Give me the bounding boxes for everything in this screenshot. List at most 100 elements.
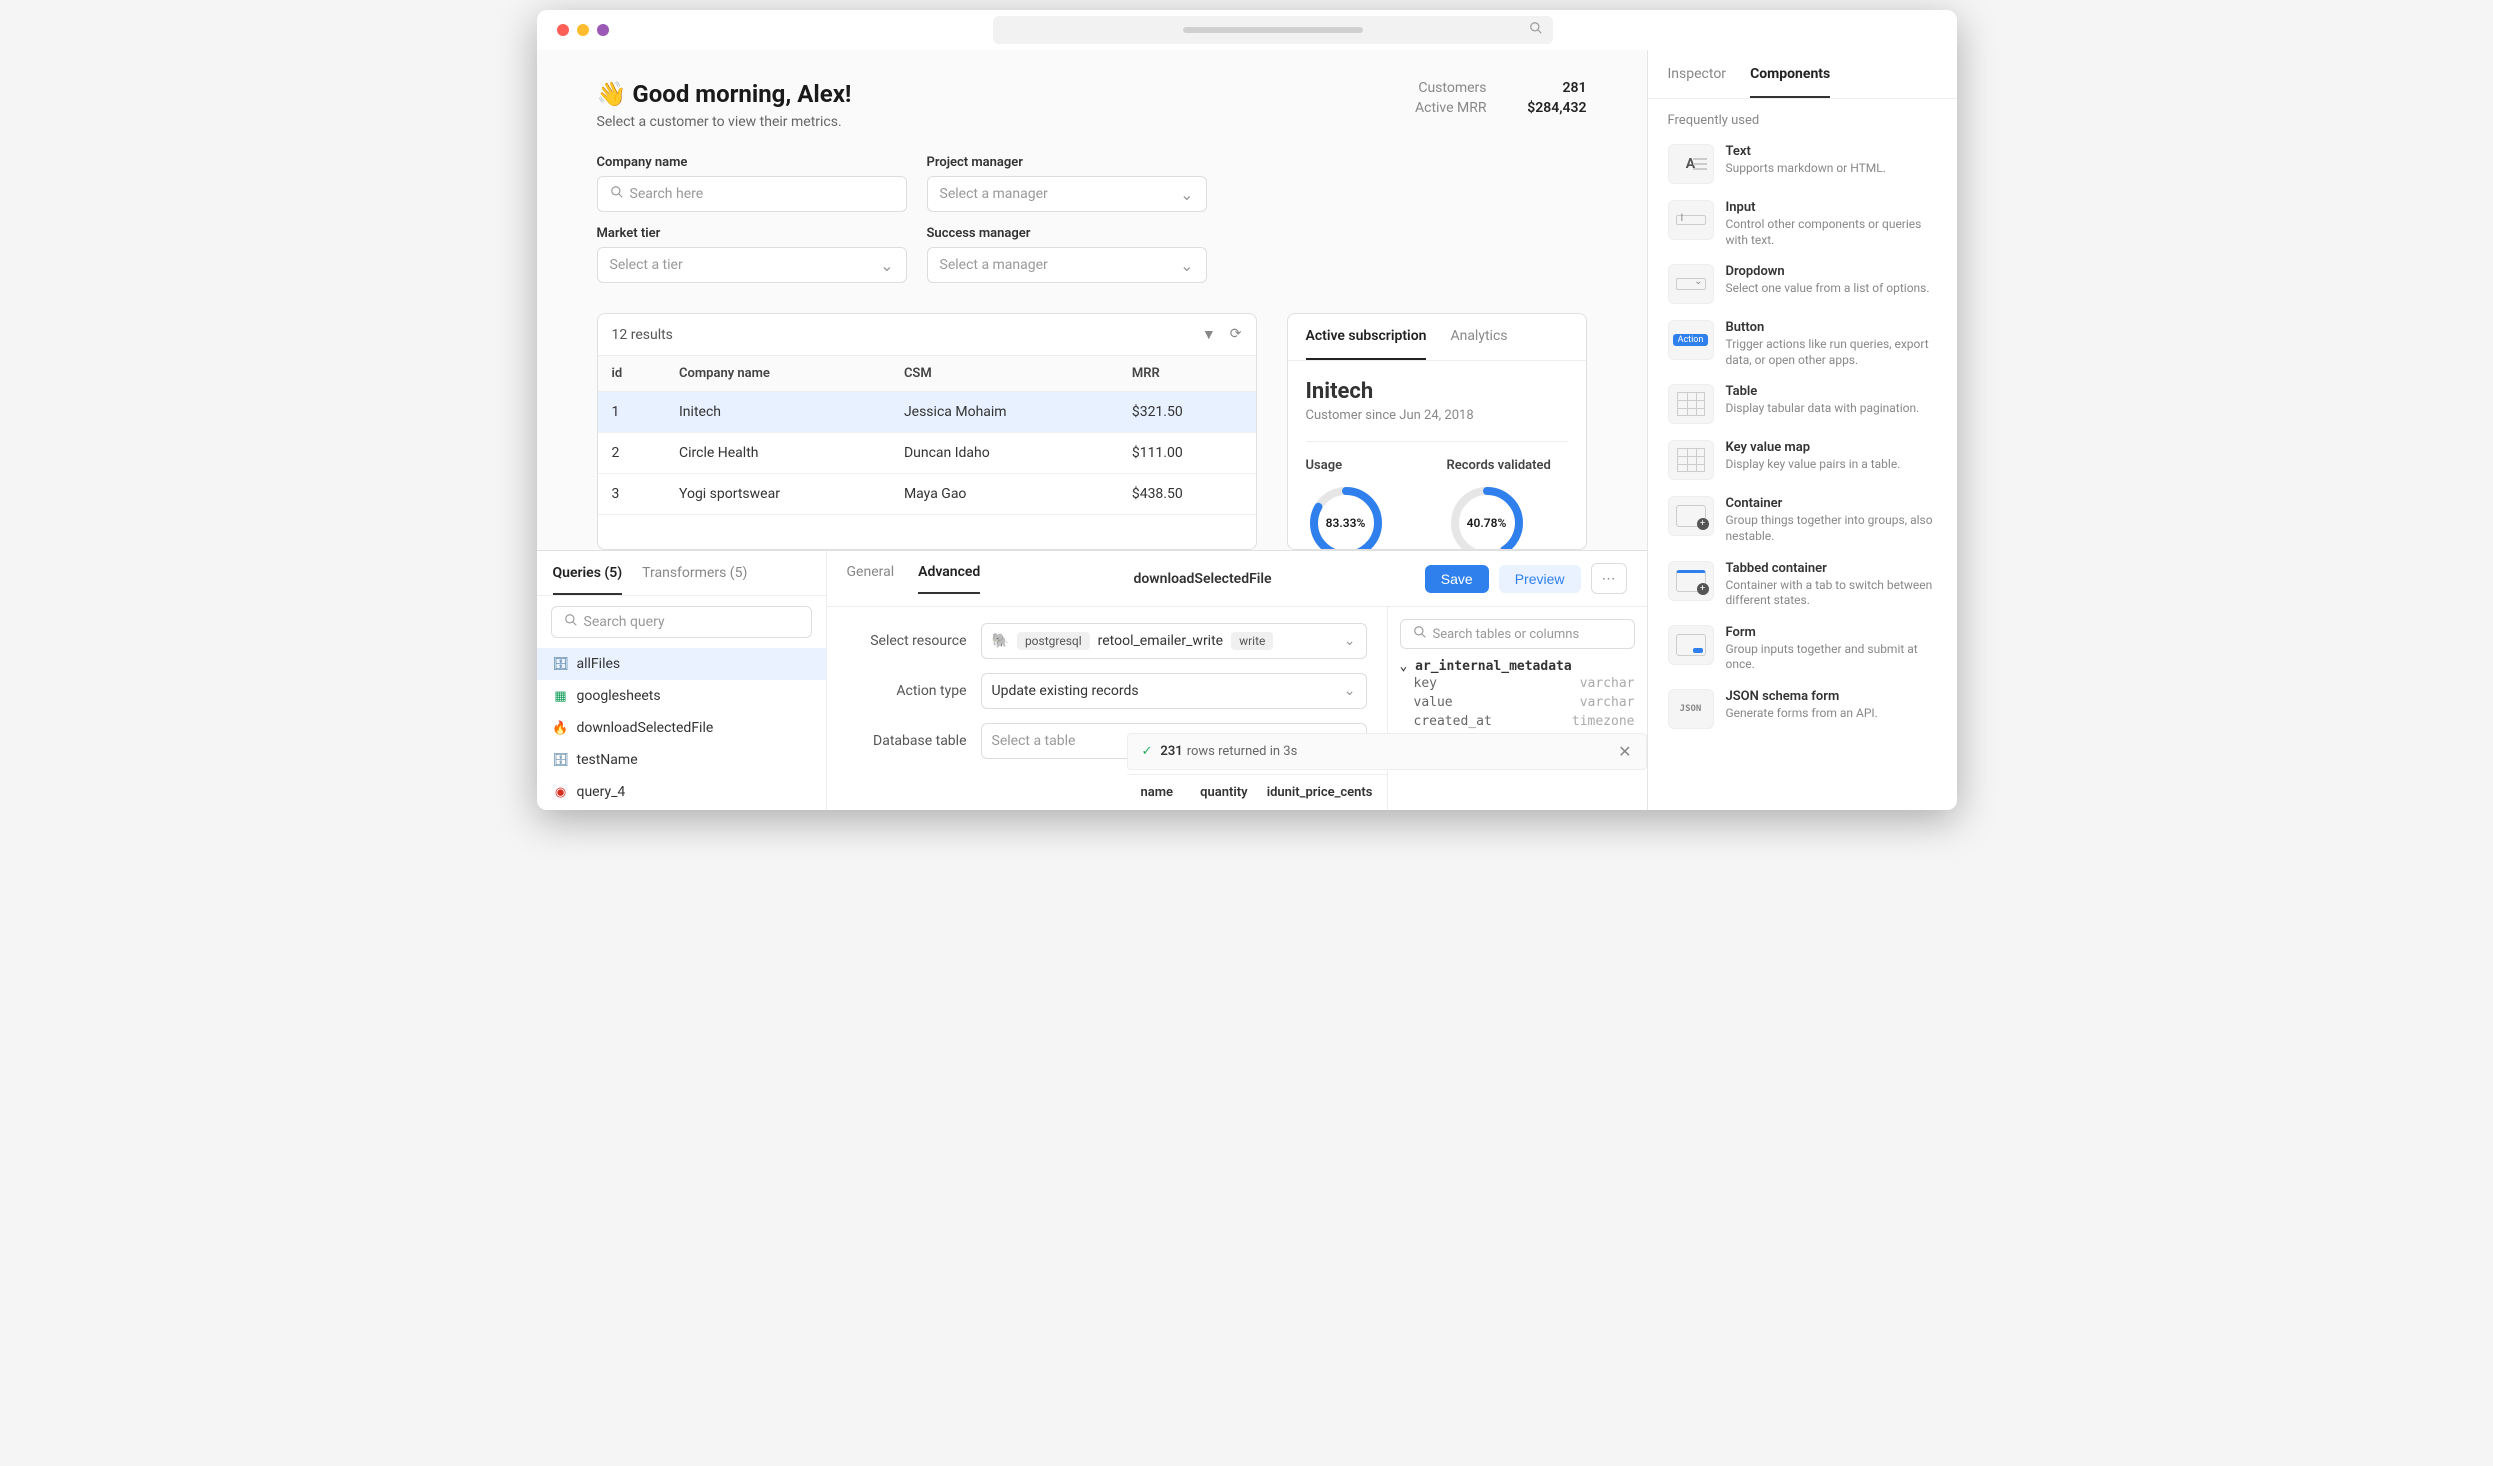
- usage-gauge: 83.33%: [1306, 483, 1386, 550]
- market-tier-label: Market tier: [597, 226, 907, 241]
- result-headers: name quantity id unit_price_cents: [1127, 774, 1387, 810]
- metric-mrr-value: $284,432: [1507, 100, 1587, 116]
- form-icon: [1668, 625, 1714, 665]
- tab-analytics[interactable]: Analytics: [1450, 328, 1507, 360]
- action-type-label: Action type: [847, 683, 967, 699]
- dropdown-icon: [1668, 264, 1714, 304]
- window-minimize-icon[interactable]: [577, 24, 589, 36]
- window-zoom-icon[interactable]: [597, 24, 609, 36]
- refresh-icon[interactable]: ⟳: [1230, 326, 1242, 343]
- subscription-company: Initech: [1306, 379, 1568, 404]
- project-manager-label: Project manager: [927, 155, 1207, 170]
- query-item-query_4[interactable]: ◉query_4: [537, 776, 826, 808]
- sheets-icon: ▦: [553, 688, 569, 704]
- component-button[interactable]: ActionButtonTrigger actions like run que…: [1662, 312, 1943, 376]
- table-icon: [1668, 384, 1714, 424]
- tab-components[interactable]: Components: [1750, 66, 1830, 98]
- schema-search-input[interactable]: Search tables or columns: [1400, 619, 1635, 649]
- query-item-downloadSelectedFile[interactable]: 🔥downloadSelectedFile: [537, 712, 826, 744]
- section-frequently-used: Frequently used: [1648, 99, 1957, 136]
- redis-icon: ◉: [553, 784, 569, 800]
- db-table-label: Database table: [847, 733, 967, 749]
- check-icon: ✓: [1142, 744, 1153, 759]
- tab-active-subscription[interactable]: Active subscription: [1306, 328, 1427, 360]
- fire-icon: 🔥: [553, 720, 569, 736]
- kv-icon: [1668, 440, 1714, 480]
- tab-inspector[interactable]: Inspector: [1668, 66, 1727, 98]
- query-item-testName[interactable]: 🗄testName: [537, 744, 826, 776]
- component-input[interactable]: InputControl other components or queries…: [1662, 192, 1943, 256]
- success-manager-label: Success manager: [927, 226, 1207, 241]
- subtab-advanced[interactable]: Advanced: [918, 564, 980, 594]
- project-manager-select[interactable]: Select a manager: [927, 176, 1207, 212]
- query-status-bar: ✓ 231 rows returned in 3s ✕: [1127, 733, 1647, 770]
- greeting-subtitle: Select a customer to view their metrics.: [597, 114, 852, 130]
- query-search-input[interactable]: Search query: [551, 606, 812, 638]
- subscription-card: Active subscription Analytics Initech Cu…: [1287, 313, 1587, 550]
- component-kv[interactable]: Key value mapDisplay key value pairs in …: [1662, 432, 1943, 488]
- tab-queries[interactable]: Queries (5): [553, 565, 623, 595]
- greeting-title: 👋 Good morning, Alex!: [597, 80, 852, 108]
- market-tier-select[interactable]: Select a tier: [597, 247, 907, 283]
- col-id[interactable]: id: [598, 356, 666, 392]
- preview-button[interactable]: Preview: [1499, 565, 1581, 593]
- text-icon: A: [1668, 144, 1714, 184]
- subtab-general[interactable]: General: [847, 564, 895, 594]
- component-table[interactable]: TableDisplay tabular data with paginatio…: [1662, 376, 1943, 432]
- search-icon: [564, 613, 578, 631]
- search-icon: [1413, 625, 1427, 643]
- container-icon: +: [1668, 496, 1714, 536]
- table-row[interactable]: 3Yogi sportswearMaya Gao$438.50: [598, 474, 1256, 515]
- company-name-label: Company name: [597, 155, 907, 170]
- search-icon: [610, 185, 624, 203]
- tab-transformers[interactable]: Transformers (5): [642, 565, 747, 595]
- metric-mrr-label: Active MRR: [1415, 100, 1487, 116]
- filter-icon[interactable]: ▼: [1202, 326, 1216, 343]
- table-row[interactable]: 1InitechJessica Mohaim$321.50: [598, 392, 1256, 433]
- col-csm[interactable]: CSM: [890, 356, 1118, 392]
- query-title: downloadSelectedFile: [1004, 571, 1400, 587]
- results-count: 12 results: [612, 327, 673, 343]
- subscription-since: Customer since Jun 24, 2018: [1306, 408, 1568, 423]
- more-button[interactable]: ⋯: [1591, 563, 1627, 594]
- resource-select[interactable]: 🐘 postgresql retool_emailer_write write: [981, 623, 1367, 659]
- close-status-icon[interactable]: ✕: [1618, 742, 1631, 761]
- table-row[interactable]: 2Circle HealthDuncan Idaho$111.00: [598, 433, 1256, 474]
- save-button[interactable]: Save: [1425, 565, 1489, 593]
- schema-column[interactable]: keyvarchar: [1400, 674, 1635, 693]
- usage-title: Usage: [1306, 458, 1427, 473]
- records-gauge: 40.78%: [1447, 483, 1527, 550]
- metric-customers-value: 281: [1507, 80, 1587, 96]
- resource-label: Select resource: [847, 633, 967, 649]
- json-icon: JSON: [1668, 689, 1714, 729]
- company-search-input[interactable]: Search here: [597, 176, 907, 212]
- tabcontainer-icon: +: [1668, 561, 1714, 601]
- success-manager-select[interactable]: Select a manager: [927, 247, 1207, 283]
- results-table: 12 results ▼ ⟳ id Company name CSM MRR: [597, 313, 1257, 550]
- schema-column[interactable]: valuevarchar: [1400, 693, 1635, 712]
- postgres-icon: 🐘: [992, 633, 1009, 649]
- metric-customers-label: Customers: [1418, 80, 1486, 96]
- col-mrr[interactable]: MRR: [1118, 356, 1256, 392]
- component-tabcontainer[interactable]: +Tabbed containerContainer with a tab to…: [1662, 553, 1943, 617]
- button-icon: Action: [1668, 320, 1714, 360]
- search-icon: [1529, 21, 1543, 39]
- global-search-input[interactable]: [993, 16, 1553, 44]
- schema-table-name[interactable]: ⌄ ar_internal_metadata: [1400, 659, 1635, 674]
- component-text[interactable]: ATextSupports markdown or HTML.: [1662, 136, 1943, 192]
- query-item-googlesheets[interactable]: ▦googlesheets: [537, 680, 826, 712]
- window-close-icon[interactable]: [557, 24, 569, 36]
- schema-column[interactable]: created_attimezone: [1400, 712, 1635, 731]
- db-icon: 🗄: [553, 656, 569, 672]
- db-icon: 🗄: [553, 752, 569, 768]
- input-icon: [1668, 200, 1714, 240]
- col-company[interactable]: Company name: [665, 356, 890, 392]
- component-form[interactable]: FormGroup inputs together and submit at …: [1662, 617, 1943, 681]
- component-container[interactable]: +ContainerGroup things together into gro…: [1662, 488, 1943, 552]
- component-json[interactable]: JSONJSON schema formGenerate forms from …: [1662, 681, 1943, 737]
- window-titlebar: [537, 10, 1957, 50]
- component-dropdown[interactable]: DropdownSelect one value from a list of …: [1662, 256, 1943, 312]
- query-item-allFiles[interactable]: 🗄allFiles: [537, 648, 826, 680]
- records-title: Records validated: [1447, 458, 1568, 473]
- action-type-select[interactable]: Update existing records: [981, 673, 1367, 709]
